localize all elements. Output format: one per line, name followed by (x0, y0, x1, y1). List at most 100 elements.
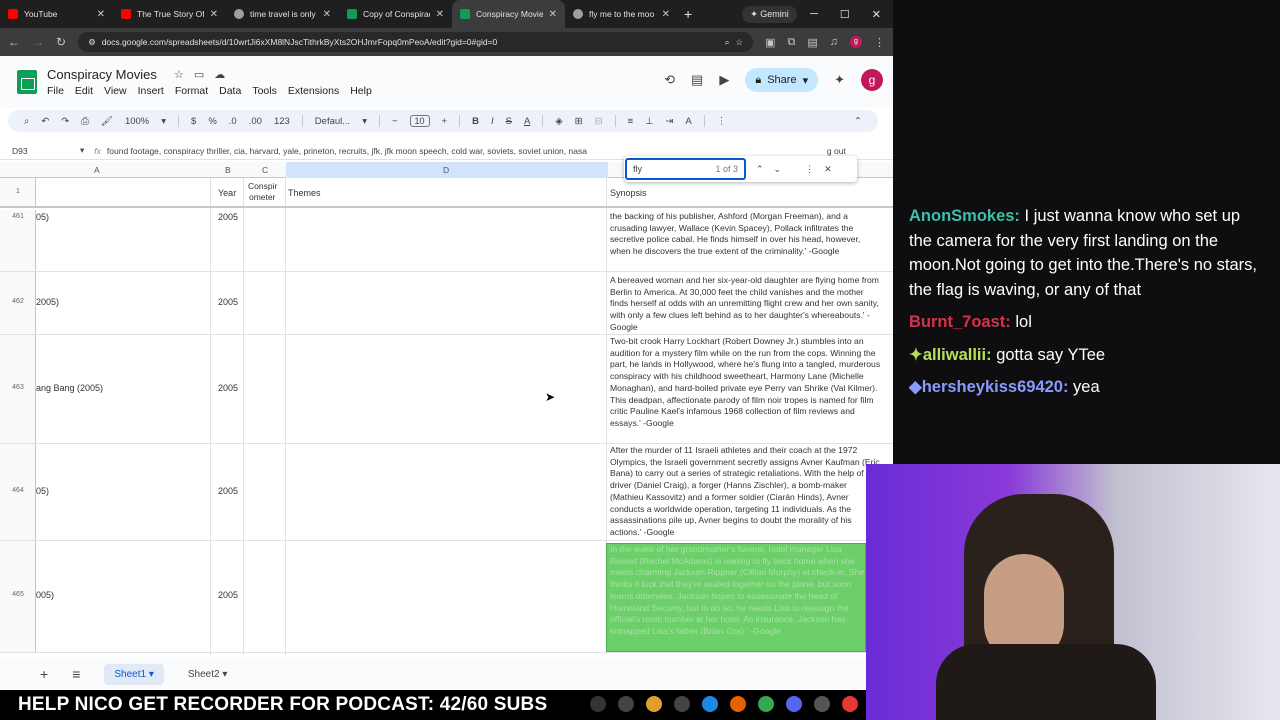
formula-content[interactable]: found footage, conspiracy thriller, cia,… (107, 146, 827, 156)
more-options-icon[interactable]: ⋮ (717, 116, 727, 127)
profile-avatar[interactable]: g (850, 35, 862, 48)
next-match-icon[interactable]: ⌄ (774, 164, 782, 175)
tab-copy-conspiracy[interactable]: Copy of Conspirac ✕ (339, 0, 452, 28)
cell-synopsis[interactable]: the backing of his publisher, Ashford (M… (610, 211, 882, 258)
browser-menu-icon[interactable]: ⋮ (874, 36, 885, 49)
bold-button[interactable]: B (472, 116, 479, 127)
find-input[interactable]: fly 1 of 3 (625, 158, 746, 180)
font-size-decrease-button[interactable]: − (392, 116, 398, 127)
firefox-icon[interactable] (730, 696, 746, 712)
chevron-down-icon[interactable]: ▾ (80, 145, 84, 156)
tab-fly-me[interactable]: fly me to the moo ✕ (565, 0, 678, 28)
spreadsheet-grid[interactable]: 1 Year Conspir ometer Themes Synopsis 46… (0, 178, 893, 655)
doc-title[interactable]: Conspiracy Movies (47, 67, 157, 82)
menu-help[interactable]: Help (350, 85, 372, 97)
chat-username[interactable]: ✦alliwallii: (909, 346, 992, 364)
column-d-header[interactable]: D (443, 165, 449, 175)
site-info-icon[interactable]: ⚙ (88, 37, 96, 48)
search-menus-icon[interactable]: ⌕ (24, 116, 29, 127)
app-icon[interactable] (842, 696, 858, 712)
chevron-down-icon[interactable]: ▾ (362, 116, 367, 127)
strikethrough-button[interactable]: S (506, 116, 512, 127)
find-options-icon[interactable]: ⋮ (805, 164, 814, 175)
app-icon[interactable] (674, 696, 690, 712)
header-themes[interactable]: Themes (288, 188, 321, 198)
star-icon[interactable]: ☆ (174, 68, 184, 81)
forward-button[interactable]: → (32, 35, 44, 49)
borders-icon[interactable]: ⊞ (575, 116, 583, 127)
edge-icon[interactable] (702, 696, 718, 712)
move-folder-icon[interactable]: ▭ (194, 68, 204, 81)
close-icon[interactable]: ✕ (436, 9, 444, 20)
collapse-menu-icon[interactable]: ⌃ (854, 116, 862, 127)
menu-data[interactable]: Data (219, 85, 241, 97)
close-icon[interactable]: ✕ (549, 9, 557, 20)
extensions-puzzle-icon[interactable]: ⧉ (787, 36, 795, 49)
tab-youtube[interactable]: YouTube ✕ (0, 0, 113, 28)
cell-title[interactable]: 05) (36, 486, 49, 496)
url-field[interactable]: ⚙ docs.google.com/spreadsheets/d/10wrtJi… (78, 32, 754, 52)
menu-insert[interactable]: Insert (138, 85, 164, 97)
gemini-spark-icon[interactable]: ✦ (834, 72, 845, 88)
header-year[interactable]: Year (218, 188, 236, 198)
table-row[interactable]: 465 005) 2005 In the wake of her grandmo… (0, 541, 893, 653)
sheet-tab-sheet2[interactable]: Sheet2 ▾ (188, 669, 228, 680)
zoom-icon[interactable]: ⌕ (725, 37, 730, 48)
minimize-button[interactable]: ─ (810, 8, 818, 21)
increase-decimal-button[interactable]: .00 (249, 116, 262, 127)
add-sheet-button[interactable]: + (40, 666, 48, 682)
meet-icon[interactable]: ▶ (719, 72, 729, 88)
italic-button[interactable]: I (491, 116, 494, 127)
close-icon[interactable]: ✕ (210, 9, 218, 20)
table-row[interactable]: 463 ang Bang (2005) 2005 Two-bit crook H… (0, 335, 893, 444)
discord-icon[interactable] (786, 696, 802, 712)
app-icon[interactable] (618, 696, 634, 712)
cell-synopsis-highlighted[interactable]: In the wake of her grandmother's funeral… (606, 543, 866, 652)
cell-title[interactable]: 005) (36, 590, 54, 600)
gemini-button[interactable]: ✦ Gemini (742, 5, 797, 23)
cell-title[interactable]: ang Bang (2005) (36, 383, 103, 393)
currency-button[interactable]: $ (191, 116, 196, 127)
cell-year[interactable]: 2005 (218, 297, 238, 307)
name-box[interactable]: D93 (0, 146, 80, 156)
table-row[interactable]: 461 05) 2005 the backing of his publishe… (0, 210, 893, 272)
text-rotation-icon[interactable]: A (685, 116, 691, 127)
sidepanel-icon[interactable]: ▤ (807, 36, 817, 49)
close-icon[interactable]: ✕ (97, 9, 105, 20)
font-size-increase-button[interactable]: + (442, 116, 448, 127)
paint-format-icon[interactable]: 🖌︎ (101, 116, 113, 127)
tab-time-travel[interactable]: time travel is only ✕ (226, 0, 339, 28)
zoom-select[interactable]: 100% (125, 116, 149, 127)
menu-extensions[interactable]: Extensions (288, 85, 339, 97)
chat-username[interactable]: ◆hersheykiss69420: (909, 378, 1068, 396)
cell-year[interactable]: 2005 (218, 212, 238, 222)
cell-title[interactable]: 05) (36, 212, 49, 222)
history-icon[interactable]: ⟲ (664, 72, 675, 88)
table-row[interactable]: 462 2005) 2005 A bereaved woman and her … (0, 272, 893, 335)
chevron-down-icon[interactable]: ▾ (161, 116, 166, 127)
decrease-decimal-button[interactable]: .0 (229, 116, 237, 127)
tab-true-story[interactable]: The True Story Of ✕ (113, 0, 226, 28)
comments-icon[interactable]: ▤ (691, 72, 703, 88)
column-c-header[interactable]: C (262, 165, 268, 175)
reload-button[interactable]: ↻ (56, 35, 66, 49)
number-format-button[interactable]: 123 (274, 116, 290, 127)
app-icon[interactable] (814, 696, 830, 712)
fill-color-icon[interactable]: ◈ (555, 116, 562, 127)
cell-synopsis[interactable]: A bereaved woman and her six-year-old da… (610, 275, 882, 334)
merge-cells-icon[interactable]: ⊟ (595, 116, 603, 127)
maximize-button[interactable]: ☐ (840, 8, 850, 21)
cell-synopsis[interactable]: Two-bit crook Harry Lockhart (Robert Dow… (610, 336, 882, 430)
vertical-align-icon[interactable]: ⊥ (645, 116, 653, 127)
chevron-down-icon[interactable]: ▾ (803, 74, 809, 87)
column-b-header[interactable]: B (225, 165, 231, 175)
sheets-logo-icon[interactable] (17, 70, 37, 94)
text-color-button[interactable]: A (524, 116, 530, 127)
chat-username[interactable]: AnonSmokes: (909, 207, 1020, 225)
header-synopsis[interactable]: Synopsis (610, 188, 647, 198)
app-icon[interactable] (646, 696, 662, 712)
extension-icon[interactable]: ▣ (765, 36, 775, 49)
undo-icon[interactable]: ↶ (41, 116, 49, 127)
media-icon[interactable]: ♫ (830, 36, 838, 49)
header-conspir[interactable]: Conspir (248, 181, 277, 191)
